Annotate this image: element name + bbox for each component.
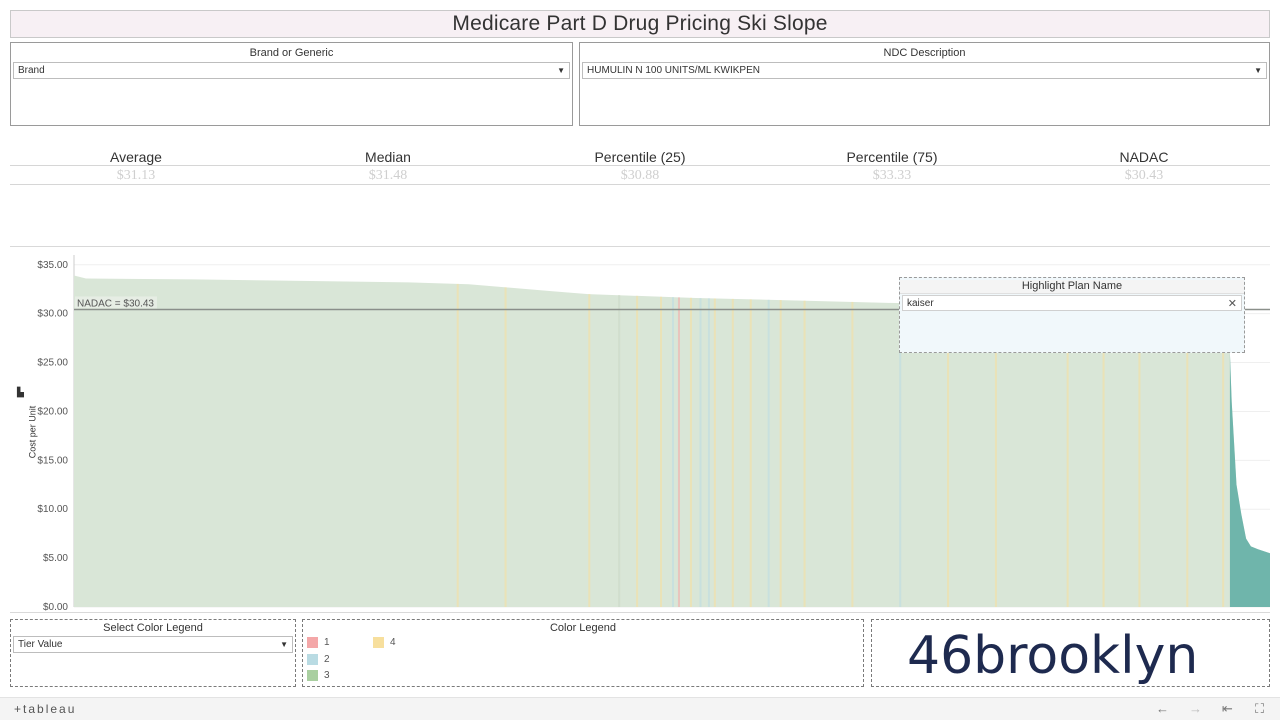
summary-stats: Average $31.13 Median $31.48 Percentile … <box>10 142 1270 186</box>
legend-swatch <box>307 654 318 665</box>
tier-stripe <box>767 299 770 607</box>
y-tick-label: $0.00 <box>43 602 68 613</box>
stat-label: NADAC <box>1119 149 1169 165</box>
caret-down-icon: ▼ <box>557 66 565 75</box>
tier-stripe <box>636 295 639 607</box>
legend-text: 3 <box>324 670 330 681</box>
legend-item-4[interactable]: 4 <box>373 637 396 648</box>
stat-value: $31.48 <box>368 168 408 183</box>
stat-p75: Percentile (75) $33.33 <box>766 142 1018 184</box>
y-tick-label: $20.00 <box>37 406 68 417</box>
y-tick-label: $5.00 <box>43 553 68 564</box>
ndc-value: HUMULIN N 100 UNITS/ML KWIKPEN <box>587 65 760 76</box>
dashboard-title-text: Medicare Part D Drug Pricing Ski Slope <box>452 12 828 35</box>
clear-icon[interactable]: ✕ <box>1228 297 1237 310</box>
legend-item-1[interactable]: 1 <box>307 637 330 648</box>
ndc-filter: NDC Description HUMULIN N 100 UNITS/ML K… <box>579 42 1270 126</box>
stat-value: $30.43 <box>1124 168 1164 183</box>
brand-logo: 46brooklyn <box>871 619 1270 687</box>
tier-stripe <box>803 300 806 607</box>
legend-swatch <box>373 637 384 648</box>
y-tick-label: $15.00 <box>37 455 68 466</box>
tier-stripe <box>851 301 854 607</box>
stat-value: $30.88 <box>620 168 660 183</box>
y-tick-label: $25.00 <box>37 358 68 369</box>
legend-text: 2 <box>324 654 330 665</box>
brand-generic-label: Brand or Generic <box>249 47 334 59</box>
caret-down-icon: ▼ <box>1254 66 1262 75</box>
stat-nadac: NADAC $30.43 <box>1018 142 1270 184</box>
select-color-legend-dropdown[interactable]: Tier Value ▼ <box>13 636 293 653</box>
color-legend-label: Color Legend <box>549 622 617 634</box>
stat-value: $31.13 <box>116 168 156 183</box>
tier-stripe <box>504 287 507 607</box>
tier-stripe <box>1222 313 1225 607</box>
tier-stripe <box>618 295 621 607</box>
legend-text: 4 <box>390 637 396 648</box>
tier-stripe <box>749 299 752 607</box>
stat-label: Percentile (25) <box>594 149 686 165</box>
tier-stripe <box>1186 311 1189 607</box>
ndc-dropdown[interactable]: HUMULIN N 100 UNITS/ML KWIKPEN ▼ <box>582 62 1267 79</box>
select-color-legend-label: Select Color Legend <box>103 622 203 634</box>
tier-stripe <box>660 296 663 607</box>
legend-swatch <box>307 670 318 681</box>
logo-text: 46brooklyn <box>907 626 1198 686</box>
tier-stripe <box>689 297 692 607</box>
stat-median: Median $31.48 <box>262 142 514 184</box>
tier-stripe <box>731 298 734 607</box>
tier-stripe <box>456 283 459 607</box>
stat-p25: Percentile (25) $30.88 <box>514 142 766 184</box>
tier-stripe <box>672 297 674 607</box>
tier-stripe <box>713 298 716 607</box>
highlight-plan-label: Highlight Plan Name <box>900 280 1244 294</box>
stat-value: $33.33 <box>872 168 912 183</box>
caret-down-icon: ▼ <box>280 640 288 649</box>
legend-text: 1 <box>324 637 330 648</box>
select-color-legend-card: Select Color Legend Tier Value ▼ <box>10 619 296 687</box>
brand-generic-dropdown[interactable]: Brand ▼ <box>13 62 570 79</box>
revert-icon[interactable]: ⇤ <box>1222 701 1233 717</box>
ndc-label: NDC Description <box>883 47 966 59</box>
highlight-tail <box>1229 352 1270 607</box>
stats-divider <box>10 184 1270 185</box>
y-tick-label: $30.00 <box>37 309 68 320</box>
highlight-plan-card: Highlight Plan Name kaiser ✕ <box>899 277 1245 353</box>
stat-label: Percentile (75) <box>846 149 938 165</box>
legend-swatch <box>307 637 318 648</box>
highlight-plan-input[interactable]: kaiser ✕ <box>902 295 1242 311</box>
select-color-legend-value: Tier Value <box>18 639 63 650</box>
brand-generic-value: Brand <box>18 65 45 76</box>
undo-icon[interactable]: ← <box>1156 701 1169 716</box>
tier-stripe <box>779 300 782 607</box>
y-tick-label: $35.00 <box>37 260 68 271</box>
tier-stripe <box>1138 308 1141 607</box>
nadac-reference-label: NADAC = $30.43 <box>77 298 154 309</box>
highlight-plan-value: kaiser <box>907 297 934 309</box>
dashboard-title: Medicare Part D Drug Pricing Ski Slope <box>10 10 1270 38</box>
tier-stripe <box>588 294 591 607</box>
y-tick-label: $10.00 <box>37 504 68 515</box>
stat-label: Median <box>365 149 411 165</box>
tier-stripe <box>677 297 680 607</box>
legend-item-2[interactable]: 2 <box>307 654 330 665</box>
legend-item-3[interactable]: 3 <box>307 670 330 681</box>
stat-label: Average <box>110 149 162 165</box>
tableau-logo[interactable]: +tableau <box>14 702 76 716</box>
tableau-footer: +tableau ← → ⇤ ⛶ <box>0 697 1280 720</box>
redo-icon[interactable]: → <box>1189 701 1202 716</box>
y-axis-title: Cost per Unit <box>27 405 38 459</box>
logo-svg: 46brooklyn <box>907 626 1198 686</box>
brand-generic-filter: Brand or Generic Brand ▼ <box>10 42 573 126</box>
tier-stripe <box>699 298 702 607</box>
stat-average: Average $31.13 <box>10 142 262 184</box>
color-legend-card: Color Legend 1 2 3 4 <box>302 619 864 687</box>
tier-stripe <box>707 298 710 607</box>
fullscreen-icon[interactable]: ⛶ <box>1255 701 1264 717</box>
sort-icon[interactable]: ▙ <box>17 387 24 398</box>
